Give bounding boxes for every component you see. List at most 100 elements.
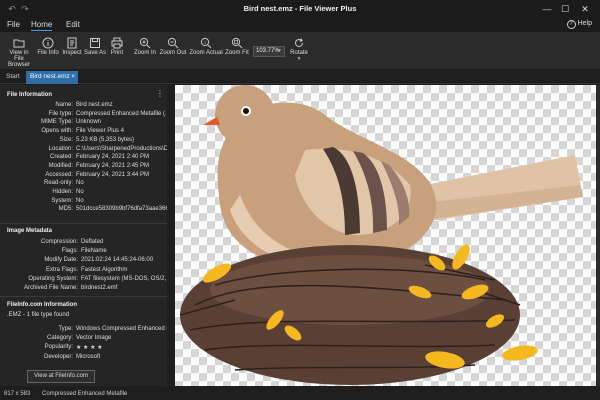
zoom-fit-label: Zoom Fit: [225, 50, 249, 56]
print-icon: [111, 37, 123, 49]
divider: [0, 296, 167, 297]
file-info-value: No: [76, 189, 84, 195]
menu-home[interactable]: Home: [31, 20, 53, 31]
zoom-in-label: Zoom In: [133, 50, 156, 56]
inspect-icon: [67, 37, 77, 49]
file-info-key: MD5:: [58, 206, 73, 213]
folder-icon: [13, 39, 25, 48]
zoom-out-label: Zoom Out: [159, 50, 187, 56]
bird-nest-image: [179, 85, 583, 385]
file-info-value: No: [76, 197, 84, 204]
rotate-button[interactable]: Rotate ▼: [288, 37, 310, 62]
title-bar: ↶ ↷ Bird nest.emz - File Viewer Plus — ☐…: [0, 0, 600, 18]
fileinfo-value: ★ ★ ★ ★: [76, 345, 103, 352]
file-info-key: Accessed:: [45, 171, 73, 178]
image-metadata-value: Fastest Algorithm: [81, 266, 128, 273]
menu-bar: File Home Edit ? Help: [0, 18, 600, 32]
fileinfo-subheading: .EMZ - 1 file type found: [7, 312, 70, 318]
tab-bird-nest[interactable]: Bird nest.emz ×: [26, 71, 78, 84]
image-metadata-value: 2021:02:24 14:45:24-06:00: [81, 257, 154, 264]
fileinfo-heading: FileInfo.com Information: [7, 302, 77, 308]
view-in-file-browser-label-1: View in File: [9, 50, 29, 62]
status-dimensions: 817 x 583: [4, 391, 31, 397]
file-info-key: Created:: [49, 154, 73, 161]
print-label: Print: [110, 50, 124, 56]
file-info-key: Read-only:: [43, 180, 73, 187]
info-sidebar: ⋮ File Information Name: Bird nest.emz Fil…: [0, 85, 167, 386]
file-info-key: Location:: [48, 145, 73, 152]
info-icon: [42, 37, 54, 49]
help-label: Help: [577, 20, 592, 27]
file-info-key: System:: [51, 197, 73, 204]
zoom-in-button[interactable]: Zoom In: [133, 37, 157, 56]
zoom-fit-button[interactable]: Zoom Fit: [224, 37, 250, 56]
image-metadata-value: FAT filesystem (MS-DOS, OS/2, NT/…: [81, 275, 167, 282]
file-info-value: File Viewer Plus 4: [76, 128, 124, 135]
zoom-in-icon: [139, 37, 151, 49]
help-button[interactable]: ? Help: [566, 20, 592, 29]
help-icon: ?: [566, 20, 576, 29]
view-in-file-browser-button[interactable]: View in File Browser: [4, 37, 34, 68]
file-info-key: Name:: [55, 102, 73, 108]
file-information-heading: File Information: [7, 92, 52, 98]
file-info-key: Modified:: [48, 162, 73, 169]
chevron-down-icon: ▼: [277, 48, 282, 54]
status-file-type: Compressed Enhanced Metafile: [42, 391, 128, 397]
zoom-out-icon: [167, 37, 179, 49]
file-info-value: February 24, 2021 3:44 PM: [76, 171, 150, 178]
image-metadata-heading: Image Metadata: [7, 228, 53, 234]
file-info-key: File type:: [48, 110, 73, 117]
view-in-file-browser-label-2: Browser: [7, 62, 30, 68]
document-tabs: Start Bird nest.emz ×: [0, 69, 600, 84]
file-info-value: No: [76, 180, 84, 187]
file-info-value: February 24, 2021 2:45 PM: [76, 162, 150, 169]
vertical-scrollbar[interactable]: [596, 85, 600, 386]
image-canvas[interactable]: [175, 85, 600, 386]
status-bar: 817 x 583 Compressed Enhanced Metafile: [0, 388, 600, 400]
fileinfo-key: Category:: [46, 335, 73, 342]
fileinfo-value: Microsoft: [76, 353, 101, 360]
maximize-button[interactable]: ☐: [558, 3, 572, 15]
fileinfo-key: Popularity:: [44, 344, 73, 351]
more-options-icon[interactable]: ⋮: [156, 89, 164, 98]
print-button[interactable]: Print: [108, 37, 126, 56]
minimize-button[interactable]: —: [540, 3, 554, 15]
file-info-label: File Info: [37, 50, 59, 56]
save-as-label: Save As: [84, 50, 107, 56]
file-info-value: 501dcce58309b9bf76dfa73aae3669c4: [76, 206, 167, 213]
file-info-value: 5.23 KB (5,353 bytes): [76, 136, 135, 143]
inspect-label: Inspect: [62, 50, 82, 56]
svg-text:1: 1: [204, 40, 207, 45]
inspect-button[interactable]: Inspect: [61, 37, 83, 56]
image-metadata-value: birdnest2.emf: [81, 285, 118, 291]
image-metadata-key: Operating System:: [28, 275, 78, 282]
save-as-button[interactable]: Save As: [84, 37, 106, 56]
fileinfo-key: Developer:: [43, 353, 73, 360]
image-metadata-value: Deflated: [81, 239, 104, 245]
image-metadata-key: Flags:: [61, 248, 78, 255]
file-info-key: Size:: [59, 136, 73, 143]
divider: [0, 223, 167, 224]
close-button[interactable]: ✕: [578, 3, 592, 15]
file-info-button[interactable]: File Info: [37, 37, 59, 56]
zoom-actual-label: Zoom Actual: [189, 50, 223, 56]
file-info-value: Bird nest.emz: [76, 102, 113, 108]
zoom-actual-icon: 1: [200, 37, 212, 49]
fileinfo-key: Type:: [58, 326, 73, 332]
image-metadata-key: Compression:: [40, 239, 78, 245]
menu-edit[interactable]: Edit: [66, 20, 80, 29]
fileinfo-value: Vector Image: [76, 335, 112, 342]
file-info-value: C:\Users\SharpenedProductions\Desktop\: [76, 145, 167, 152]
menu-file[interactable]: File: [7, 20, 20, 29]
rotate-chevron-icon: ▼: [296, 56, 302, 62]
window-title: Bird nest.emz - File Viewer Plus: [243, 4, 357, 13]
zoom-out-button[interactable]: Zoom Out: [158, 37, 188, 56]
tab-close-icon[interactable]: ×: [71, 71, 75, 83]
zoom-actual-button[interactable]: 1 Zoom Actual: [189, 37, 223, 56]
tab-start[interactable]: Start: [2, 71, 24, 84]
file-info-key: Opens with:: [41, 128, 73, 135]
zoom-level-select[interactable]: 103.77% ▼: [253, 46, 285, 57]
fileinfo-value: Windows Compressed Enhanced Metafile: [76, 326, 167, 332]
view-at-fileinfo-button[interactable]: View at FileInfo.com: [27, 370, 95, 383]
save-icon: [90, 38, 100, 48]
